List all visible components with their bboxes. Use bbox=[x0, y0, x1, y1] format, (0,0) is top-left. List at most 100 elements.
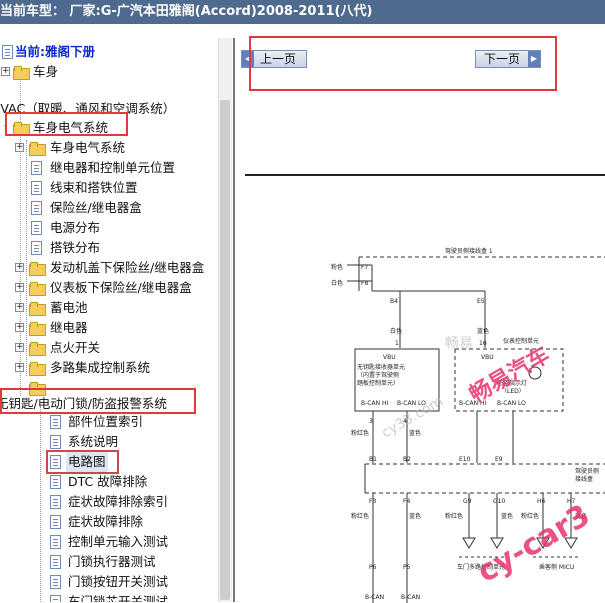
svg-text:16: 16 bbox=[479, 340, 487, 347]
tree-item-label: 系统说明 bbox=[68, 434, 119, 449]
tree-line bbox=[26, 140, 27, 376]
svg-text:无钥匙接收器单元: 无钥匙接收器单元 bbox=[357, 363, 405, 371]
svg-text:F7: F7 bbox=[361, 264, 368, 271]
expand-icon[interactable]: + bbox=[15, 143, 24, 152]
tree-item-label: 线束和搭铁位置 bbox=[50, 180, 138, 195]
svg-text:F3: F3 bbox=[369, 498, 376, 505]
svg-text:P6: P6 bbox=[369, 564, 377, 571]
document-icon bbox=[50, 475, 61, 489]
tree-item-label: 门锁执行器测试 bbox=[68, 554, 156, 569]
svg-text:乘客侧 MICU: 乘客侧 MICU bbox=[539, 563, 574, 571]
document-icon bbox=[50, 495, 61, 509]
folder-icon bbox=[29, 302, 46, 316]
circuit-diagram: 驾驶员侧接线盒 1 F7 F8 粉色 白色 B4 E5 白色 蓝色 1 16 仪… bbox=[331, 247, 605, 603]
scrollbar-thumb[interactable] bbox=[220, 100, 230, 600]
tree-item-label: 控制单元输入测试 bbox=[68, 534, 169, 549]
document-icon bbox=[31, 181, 42, 195]
svg-text:G10: G10 bbox=[493, 498, 505, 505]
svg-text:cy-car3: cy-car3 bbox=[472, 498, 596, 590]
book-icon bbox=[2, 45, 13, 59]
expand-icon[interactable]: + bbox=[15, 283, 24, 292]
highlight-box bbox=[0, 388, 196, 414]
svg-text:E10: E10 bbox=[459, 456, 471, 463]
document-icon bbox=[50, 435, 61, 449]
document-icon bbox=[31, 161, 42, 175]
tree-item-label: 继电器和控制单元位置 bbox=[50, 160, 176, 175]
folder-icon bbox=[29, 262, 46, 276]
tree-item-label: 多路集成控制系统 bbox=[50, 360, 151, 375]
tree-item-label: 门锁按钮开关测试 bbox=[68, 574, 169, 589]
svg-text:B-CAN LO: B-CAN LO bbox=[497, 400, 526, 407]
svg-text:B-CAN: B-CAN bbox=[365, 594, 384, 601]
folder-icon bbox=[29, 282, 46, 296]
tree-line bbox=[40, 406, 41, 602]
tree-item-label: 车身电气系统 bbox=[50, 140, 126, 155]
tree-item-label: 电源分布 bbox=[50, 220, 101, 235]
tree-item-label: 症状故障排除索引 bbox=[68, 494, 169, 509]
expand-icon[interactable]: + bbox=[15, 303, 24, 312]
folder-icon bbox=[13, 66, 30, 80]
folder-icon bbox=[29, 322, 46, 336]
svg-text:踏板控制单元）: 踏板控制单元） bbox=[357, 379, 399, 387]
document-icon bbox=[31, 201, 42, 215]
svg-text:驾驶员侧: 驾驶员侧 bbox=[575, 467, 599, 475]
svg-text:蓝色: 蓝色 bbox=[409, 429, 421, 437]
svg-text:粉红色: 粉红色 bbox=[351, 429, 369, 437]
tree-current-label: 当前:雅阁下册 bbox=[15, 44, 95, 59]
svg-text:VBU: VBU bbox=[383, 354, 396, 361]
folder-icon bbox=[29, 342, 46, 356]
svg-text:B2: B2 bbox=[403, 456, 411, 463]
document-icon bbox=[31, 221, 42, 235]
tree-item-label: 继电器 bbox=[50, 320, 88, 335]
content-pane: ◀ 上一页 下一页 ▶ 驾驶员侧接线盒 1 F7 F8 粉色 白色 B4 E5 … bbox=[233, 36, 605, 603]
tree-item-label: 蓄电池 bbox=[50, 300, 88, 315]
svg-text:B1: B1 bbox=[369, 456, 377, 463]
highlight-box bbox=[5, 112, 128, 136]
junction-box-label: 驾驶员侧接线盒 1 bbox=[445, 247, 493, 255]
document-icon bbox=[31, 241, 42, 255]
svg-text:H6: H6 bbox=[537, 498, 546, 505]
tree-item-label: 保险丝/继电器盒 bbox=[50, 200, 142, 215]
highlight-box bbox=[249, 36, 557, 91]
tree-item-label: DTC 故障排除 bbox=[68, 474, 148, 489]
document-icon bbox=[50, 515, 61, 529]
svg-text:白色: 白色 bbox=[390, 327, 402, 335]
svg-text:F4: F4 bbox=[403, 498, 410, 505]
tree-item-label: 发动机盖下保险丝/继电器盒 bbox=[50, 260, 205, 275]
svg-text:3: 3 bbox=[369, 418, 373, 425]
tree-panel: 当前:雅阁下册 + 车身 HVAC（取暖、通风和空调系统） - 车身电气系统 +… bbox=[0, 38, 232, 602]
document-icon bbox=[50, 535, 61, 549]
svg-text:E9: E9 bbox=[495, 456, 503, 463]
svg-text:VBU: VBU bbox=[481, 354, 494, 361]
svg-text:粉红色: 粉红色 bbox=[445, 512, 463, 520]
document-icon bbox=[50, 595, 61, 602]
svg-text:蓝色: 蓝色 bbox=[501, 512, 513, 520]
svg-text:B-CAN: B-CAN bbox=[401, 594, 420, 601]
svg-text:E5: E5 bbox=[477, 298, 485, 305]
tree-item-label: 车门锁芯开关测试 bbox=[68, 594, 169, 602]
svg-text:B-CAN HI: B-CAN HI bbox=[361, 400, 388, 407]
folder-icon bbox=[29, 142, 46, 156]
top-title-bar: 当前车型： 厂家:G-广汽本田雅阁(Accord)2008-2011(八代) bbox=[0, 0, 605, 24]
svg-text:B4: B4 bbox=[390, 298, 398, 305]
expand-icon[interactable]: + bbox=[15, 263, 24, 272]
svg-text:G9: G9 bbox=[463, 498, 472, 505]
expand-icon[interactable]: + bbox=[15, 323, 24, 332]
svg-text:1: 1 bbox=[395, 340, 399, 347]
expand-icon[interactable]: + bbox=[15, 363, 24, 372]
tree-item-label: 仪表板下保险丝/继电器盒 bbox=[50, 280, 192, 295]
svg-text:粉红色: 粉红色 bbox=[351, 512, 369, 520]
expand-icon[interactable]: + bbox=[1, 67, 10, 76]
tree-item-label: 症状故障排除 bbox=[68, 514, 144, 529]
vehicle-title: 当前车型： 厂家:G-广汽本田雅阁(Accord)2008-2011(八代) bbox=[0, 4, 373, 19]
highlight-box bbox=[46, 450, 119, 474]
tree-item-label: 部件位置索引 bbox=[68, 414, 144, 429]
svg-text:蓝色: 蓝色 bbox=[409, 512, 421, 520]
document-icon bbox=[50, 555, 61, 569]
svg-text:粉色: 粉色 bbox=[331, 263, 343, 271]
tree-item-label: 点火开关 bbox=[50, 340, 101, 355]
svg-text:粉红色: 粉红色 bbox=[521, 512, 539, 520]
tree-item-label: 搭铁分布 bbox=[50, 240, 101, 255]
svg-text:蓝色: 蓝色 bbox=[477, 327, 489, 335]
expand-icon[interactable]: + bbox=[15, 343, 24, 352]
